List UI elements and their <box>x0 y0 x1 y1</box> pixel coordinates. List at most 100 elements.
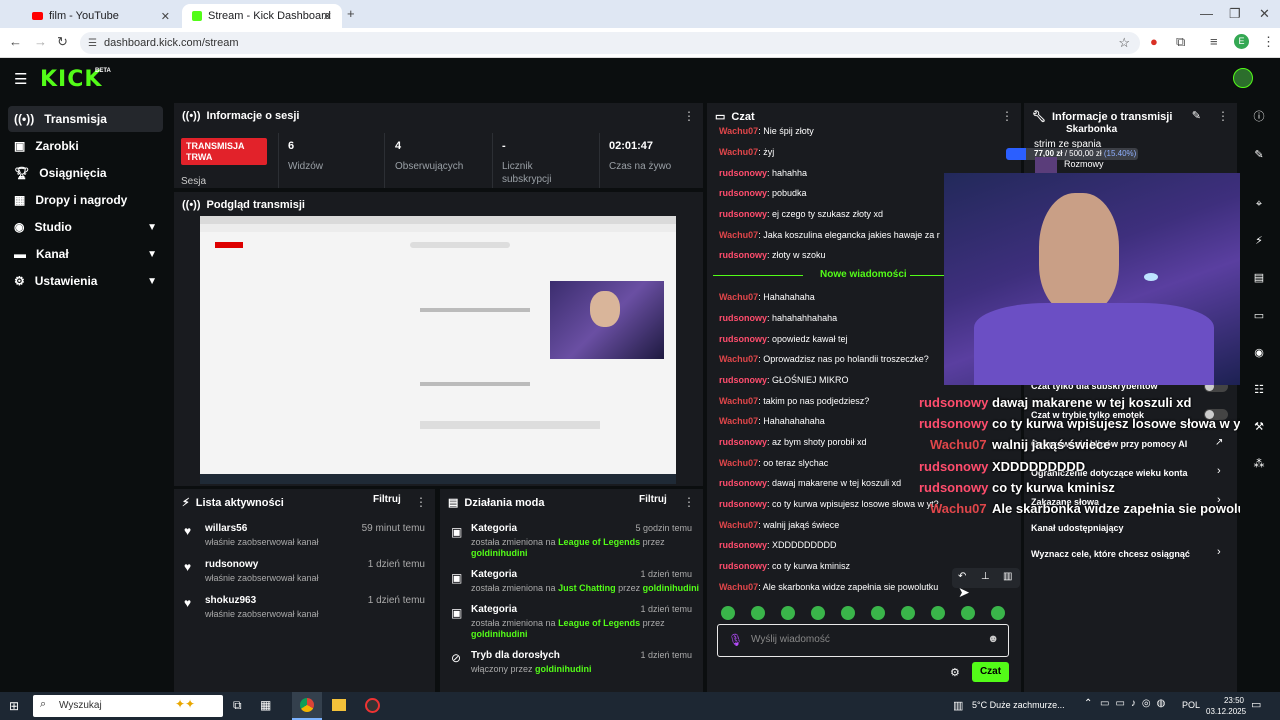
bookmark-star-icon[interactable]: ☆ <box>1118 35 1130 51</box>
chat-message[interactable]: rudsonowy: co ty kurwa wpisujesz losowe … <box>719 499 939 509</box>
chat-message[interactable]: Wachu07: walnij jakąś świece <box>719 520 839 530</box>
task-view-icon[interactable]: ⧉ <box>233 698 242 713</box>
chat-message[interactable]: rudsonowy: XDDDDDDDDD <box>719 540 837 550</box>
tray-icons[interactable]: ▭▭♪◎◍ <box>1100 698 1171 709</box>
reading-list-icon[interactable]: ≡ <box>1210 34 1218 49</box>
send-chat-button[interactable]: Czat <box>972 662 1009 682</box>
user-avatar[interactable] <box>1233 68 1253 88</box>
more-options-icon[interactable]: ⋮ <box>1001 109 1013 123</box>
users-icon[interactable]: ⁂ <box>1249 454 1269 474</box>
browser-menu-icon[interactable]: ⋮ <box>1262 34 1275 50</box>
chat-message[interactable]: Wachu07: Ale skarbonka widze zapełnia si… <box>719 582 938 592</box>
wink-emote-icon[interactable] <box>991 606 1005 620</box>
chat-message[interactable]: Wachu07: Oprowadzisz nas po holandii tro… <box>719 354 929 364</box>
chat-username[interactable]: rudsonowy <box>719 250 767 260</box>
chat-message[interactable]: rudsonowy: pobudka <box>719 188 807 198</box>
edit-pencil-icon[interactable]: ✎ <box>1192 109 1201 122</box>
chat-username[interactable]: Wachu07 <box>719 292 758 302</box>
url-field[interactable]: ☰ dashboard.kick.com/stream ☆ <box>80 32 1140 54</box>
file-explorer-icon[interactable] <box>332 699 346 711</box>
windows-start-icon[interactable]: ⊞ <box>9 699 19 713</box>
pencil-icon[interactable]: ✎ <box>1249 145 1269 165</box>
chat-username[interactable]: rudsonowy <box>719 478 767 488</box>
target-icon[interactable]: ⌖ <box>1249 194 1269 214</box>
cool-emote-icon[interactable] <box>931 606 945 620</box>
chat-username[interactable]: rudsonowy <box>719 168 767 178</box>
mod-item-user[interactable]: goldinihudini <box>471 548 527 558</box>
chat-message[interactable]: Wachu07: Nie śpij złoty <box>719 126 814 136</box>
chat-username[interactable]: Wachu07 <box>719 354 758 364</box>
chat-username[interactable]: Wachu07 <box>719 396 758 406</box>
chat-message[interactable]: Wachu07: żyj <box>719 147 774 157</box>
taskbar-search[interactable]: ⌕ Wyszukaj ✦✦ <box>33 695 223 717</box>
hamburger-menu-icon[interactable]: ☰ <box>14 70 27 88</box>
chat-username[interactable]: rudsonowy <box>719 540 767 550</box>
chat-settings-gear-icon[interactable]: ⚙ <box>950 666 960 679</box>
minimize-icon[interactable]: — <box>1200 6 1213 21</box>
category-name[interactable]: Rozmowy <box>1064 159 1104 169</box>
blob-emote-icon[interactable] <box>901 606 915 620</box>
taskbar-chrome[interactable] <box>292 692 322 720</box>
chat-message[interactable]: rudsonowy: GŁOŚNIEJ MIKRO <box>719 375 849 385</box>
frog-emote-icon[interactable] <box>721 606 735 620</box>
activity-user[interactable]: rudsonowy <box>205 559 258 570</box>
chat-username[interactable]: Wachu07 <box>719 520 758 530</box>
sidebar-item-osiagniecia[interactable]: 🏆︎ Osiągnięcia <box>8 160 163 186</box>
chat-message[interactable]: rudsonowy: co ty kurwa kminisz <box>719 561 850 571</box>
close-window-icon[interactable]: ✕ <box>1259 6 1270 22</box>
undo-icon[interactable]: ↶ <box>958 571 966 582</box>
emoji-icon[interactable]: ☻ <box>987 633 999 645</box>
chat-username[interactable]: rudsonowy <box>719 499 767 509</box>
more-options-icon[interactable]: ⋮ <box>415 495 427 509</box>
extensions-puzzle-icon[interactable]: ⧉ <box>1176 34 1185 50</box>
obs-icon[interactable] <box>365 698 380 713</box>
chat-message[interactable]: Wachu07: Hahahahaha <box>719 292 815 302</box>
notifications-icon[interactable]: ▭ <box>1251 698 1261 711</box>
kick-logo[interactable]: KICK <box>40 67 102 92</box>
close-tab-icon[interactable]: ✕ <box>161 10 170 23</box>
tab-kick-dashboard[interactable]: Stream - Kick Dashboard ✕ <box>182 4 342 28</box>
pepe-emote-icon[interactable] <box>781 606 795 620</box>
sidebar-item-dropy[interactable]: ▦ Dropy i nagrody <box>8 187 163 213</box>
mod-filter-button[interactable]: Filtruj <box>639 494 667 505</box>
wrench-icon[interactable]: ⚒ <box>1249 417 1269 437</box>
more-options-icon[interactable]: ⋮ <box>1217 109 1229 123</box>
stream-preview-video[interactable] <box>200 216 676 484</box>
sidebar-item-kanal[interactable]: ▬ Kanał ▼ <box>8 241 163 267</box>
chat-username[interactable]: Wachu07 <box>719 416 758 426</box>
language-indicator[interactable]: POL <box>1182 700 1200 710</box>
chat-message[interactable]: rudsonowy: opowiedz kawał tej <box>719 334 848 344</box>
extension-icon[interactable]: ● <box>1150 34 1158 49</box>
new-tab-icon[interactable]: + <box>347 6 355 21</box>
chat-icon[interactable]: ▭ <box>1249 306 1269 326</box>
setting-host-channel[interactable]: Kanał udostępniający <box>1031 523 1124 533</box>
activity-user[interactable]: willars56 <box>205 523 247 534</box>
happy-emote-icon[interactable] <box>841 606 855 620</box>
chat-message[interactable]: rudsonowy: hahahha <box>719 168 807 178</box>
tab-youtube[interactable]: film - YouTube ✕ <box>22 4 180 28</box>
trash-icon[interactable]: ▥ <box>1003 571 1012 582</box>
chat-message[interactable]: Wachu07: Jaka koszulina elegancka jakies… <box>719 230 940 240</box>
weather-text[interactable]: 5°C Duże zachmurze... <box>972 700 1065 710</box>
microphone-icon[interactable]: 🎙︎ <box>728 633 743 647</box>
sidebar-item-transmisja[interactable]: ((•)) Transmisja <box>8 106 163 132</box>
activity-user[interactable]: shokuz963 <box>205 595 256 606</box>
chat-message[interactable]: Wachu07: takim po nas podjedziesz? <box>719 396 869 406</box>
chat-username[interactable]: rudsonowy <box>719 437 767 447</box>
chat-username[interactable]: Wachu07 <box>719 147 758 157</box>
chat-username[interactable]: rudsonowy <box>719 334 767 344</box>
maximize-icon[interactable]: ❐ <box>1229 6 1241 22</box>
external-link-icon[interactable]: ↗ <box>1215 437 1223 448</box>
angry-emote-icon[interactable] <box>961 606 975 620</box>
more-options-icon[interactable]: ⋮ <box>683 109 695 123</box>
setting-goals[interactable]: Wyznacz cele, które chcesz osiągnąć <box>1031 549 1190 559</box>
list-icon[interactable]: ☷ <box>1249 380 1269 400</box>
chat-message[interactable]: rudsonowy: hahahahhahaha <box>719 313 837 323</box>
reload-icon[interactable]: ↻ <box>57 34 68 50</box>
chat-message[interactable]: Wachu07: oo teraz slychac <box>719 458 828 468</box>
sidebar-item-studio[interactable]: ◉ Studio ▼ <box>8 214 163 240</box>
tray-arrow-icon[interactable]: ⌃ <box>1084 698 1092 709</box>
chat-input[interactable]: 🎙︎ Wyślij wiadomość ☻ <box>717 624 1009 657</box>
chat-username[interactable]: rudsonowy <box>719 313 767 323</box>
widgets-icon[interactable]: ▦ <box>260 698 271 712</box>
